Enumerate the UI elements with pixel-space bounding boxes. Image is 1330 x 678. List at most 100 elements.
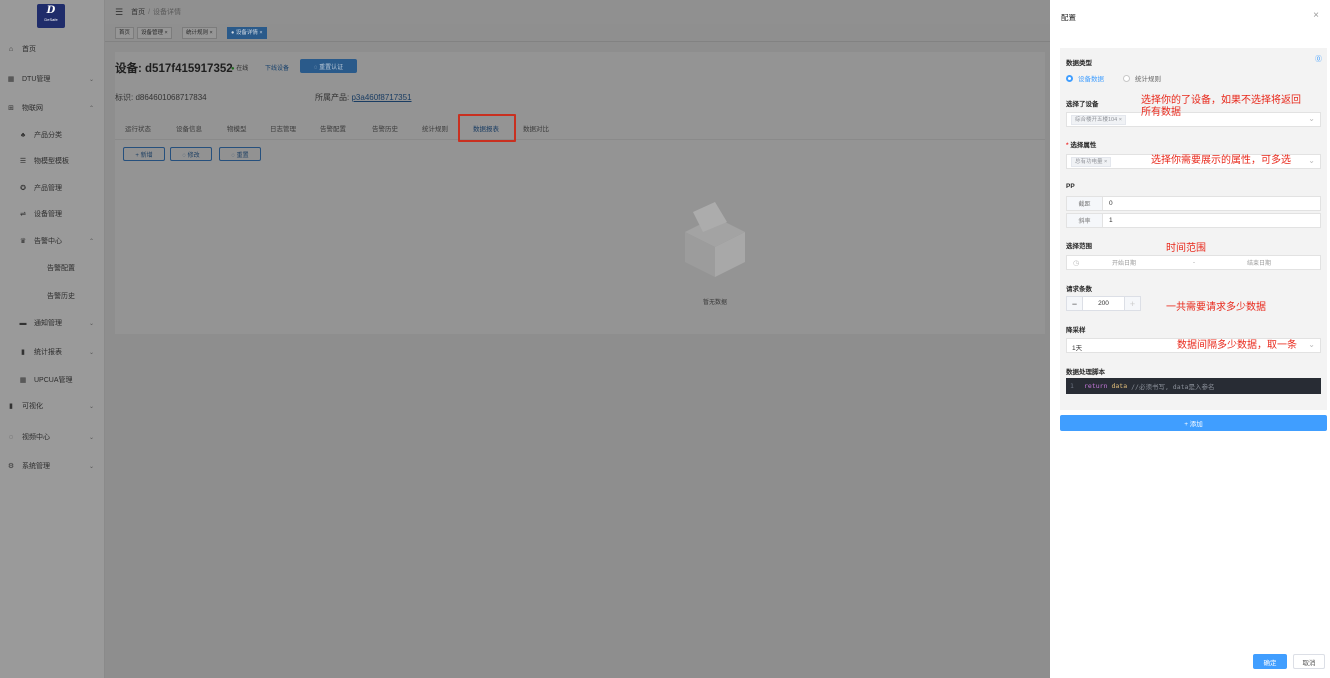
sidebar-item-home[interactable]: ⌂ 首页	[0, 41, 104, 57]
start-date-input[interactable]: 开始日期	[1112, 258, 1136, 267]
add-config-button[interactable]: + 添加	[1060, 415, 1327, 431]
close-icon[interactable]: ×	[1313, 10, 1319, 21]
sidebar-item-label: UPCUA管理	[34, 377, 73, 384]
empty-text: 暂无数据	[702, 300, 727, 306]
help-icon[interactable]: ⓪	[1315, 54, 1322, 64]
clock-icon: ◷	[1073, 259, 1080, 267]
script-label: 数据处理脚本	[1066, 369, 1105, 376]
script-editor[interactable]: 1 return data //必须书写, data是入参名	[1066, 378, 1321, 394]
sidebar-item-model-template[interactable]: ☰ 物模型模板	[0, 153, 104, 169]
sidebar-item-visual[interactable]: ▮ 可视化 ⌄	[0, 398, 104, 414]
sidebar-item-alarm-config[interactable]: 告警配置	[0, 260, 104, 276]
count-stepper[interactable]: − 200 +	[1066, 296, 1141, 311]
sidebar-item-alarm-center[interactable]: ♛ 告警中心 ⌃	[0, 233, 104, 249]
radio-device-data[interactable]: 设备数据	[1066, 73, 1104, 83]
range-separator: -	[1193, 259, 1195, 266]
sidebar-item-product-category[interactable]: ♣ 产品分类	[0, 127, 104, 143]
tab-alarm-config[interactable]: 告警配置	[320, 123, 346, 133]
tag-device-detail[interactable]: ● 设备详情 ×	[227, 27, 267, 39]
product-icon: ✪	[20, 185, 26, 192]
sidebar-item-notify[interactable]: ▬ 通知管理 ⌄	[0, 315, 104, 331]
attr-select-label: * 选择属性	[1066, 139, 1096, 149]
sidebar-item-label: 可视化	[22, 403, 43, 410]
radio-stat-rule[interactable]: 统计规则	[1123, 73, 1161, 83]
sidebar-item-device-manage[interactable]: ⇌ 设备管理	[0, 206, 104, 222]
sidebar-item-label: 产品分类	[34, 132, 62, 139]
product-label: 所属产品:	[315, 93, 350, 102]
tag-device-manage[interactable]: 设备管理 ×	[137, 27, 172, 39]
sidebar-item-alarm-history[interactable]: 告警历史	[0, 288, 104, 304]
pp-intercept-row[interactable]: 截距 0	[1066, 196, 1321, 211]
sidebar-item-system[interactable]: ⚙ 系统管理 ⌄	[0, 458, 104, 474]
chevron-down-icon: ⌄	[88, 320, 94, 327]
detail-tabs: 运行状态 设备信息 物模型 日志管理 告警配置 告警历史 统计规则 数据报表 数…	[115, 114, 1045, 140]
sidebar-item-label: DTU管理	[22, 76, 51, 83]
selected-device-chip[interactable]: 综合楼开五楼104 ×	[1071, 115, 1126, 125]
status-dot: ●	[231, 66, 235, 72]
tab-run-status[interactable]: 运行状态	[125, 123, 151, 133]
tab-thing-model[interactable]: 物模型	[227, 123, 247, 133]
tab-data-compare[interactable]: 数据对比	[523, 123, 549, 133]
reset-auth-button[interactable]: ◌ 重置认证	[300, 59, 357, 73]
reset-button[interactable]: ◌ 重置	[219, 147, 261, 161]
chevron-up-icon: ⌃	[88, 105, 94, 112]
radio-dot-icon	[1066, 74, 1073, 82]
sidebar-item-label: 物联网	[22, 105, 43, 112]
pp-slope-row[interactable]: 斜率 1	[1066, 213, 1321, 228]
tab-stat-rules[interactable]: 统计规则	[422, 123, 448, 133]
data-type-label: 数据类型	[1066, 60, 1092, 67]
sidebar-item-video[interactable]: ◌ 视频中心 ⌄	[0, 429, 104, 445]
product-link[interactable]: p3a460f8717351	[351, 93, 411, 102]
breadcrumb-separator: /	[148, 9, 151, 16]
tags-view: 首页 设备管理 × 统计规则 × ● 设备详情 ×	[105, 24, 1050, 42]
cancel-button[interactable]: 取消	[1293, 654, 1325, 669]
sidebar-item-label: 设备管理	[34, 211, 62, 218]
logo-subtitle: DeSafe	[44, 17, 58, 22]
radio-label: 统计规则	[1135, 76, 1161, 83]
tag-home[interactable]: 首页	[115, 27, 135, 39]
add-button[interactable]: + 新增	[123, 147, 165, 161]
sidebar-item-label: 首页	[22, 46, 36, 53]
breadcrumb-current: 设备详情	[153, 9, 182, 16]
menu-toggle-icon[interactable]: ☰	[115, 7, 123, 18]
sidebar-item-iot[interactable]: ⊞ 物联网 ⌃	[0, 100, 104, 116]
selected-attr-chip[interactable]: 总有功电量 ×	[1071, 157, 1112, 167]
pp-value[interactable]: 1	[1109, 217, 1113, 224]
top-bar: ☰ 首页 / 设备详情	[105, 0, 1050, 24]
line-number: 1	[1070, 382, 1074, 390]
sidebar-item-product-manage[interactable]: ✪ 产品管理	[0, 180, 104, 196]
end-date-input[interactable]: 结束日期	[1247, 258, 1271, 267]
tag-stat-rules[interactable]: 统计规则 ×	[182, 27, 217, 39]
tab-logs[interactable]: 日志管理	[270, 123, 296, 133]
increment-button[interactable]: +	[1124, 297, 1140, 310]
decrement-button[interactable]: −	[1067, 297, 1083, 310]
sidebar-item-upcua[interactable]: ▦ UPCUA管理	[0, 372, 104, 388]
chevron-down-icon: ⌄	[1308, 114, 1315, 123]
pp-value[interactable]: 0	[1109, 200, 1113, 207]
edit-button[interactable]: ◌ 修改	[170, 147, 212, 161]
tab-alarm-history[interactable]: 告警历史	[372, 123, 398, 133]
breadcrumb-home[interactable]: 首页	[131, 9, 145, 16]
code-comment: //必须书写, data是入参名	[1131, 383, 1215, 391]
date-range-picker[interactable]: ◷ 开始日期 - 结束日期	[1066, 255, 1321, 270]
pp-key: 截距	[1067, 197, 1103, 210]
offline-device-link[interactable]: 下线设备	[265, 63, 289, 72]
confirm-button[interactable]: 确定	[1253, 654, 1287, 669]
count-value[interactable]: 200	[1083, 300, 1124, 307]
sidebar-item-report[interactable]: ▮ 统计报表 ⌄	[0, 344, 104, 360]
attr-label-text: 选择属性	[1070, 142, 1097, 149]
code-keyword: return	[1084, 382, 1108, 390]
tab-device-info[interactable]: 设备信息	[176, 123, 202, 133]
sidebar-item-dtu[interactable]: ▦ DTU管理 ⌄	[0, 71, 104, 87]
highlight-box	[458, 114, 516, 142]
radio-dot-icon	[1123, 74, 1130, 82]
device-icon: ⇌	[20, 211, 26, 218]
category-icon: ♣	[20, 131, 26, 139]
sidebar-item-label: 告警中心	[34, 238, 62, 245]
sample-label: 降采样	[1066, 327, 1086, 334]
chevron-down-icon: ⌄	[88, 349, 94, 356]
brand-logo[interactable]: D DeSafe	[37, 4, 65, 28]
chevron-down-icon: ⌄	[88, 403, 94, 410]
visual-icon: ▮	[9, 403, 13, 410]
video-icon: ◌	[8, 433, 14, 441]
